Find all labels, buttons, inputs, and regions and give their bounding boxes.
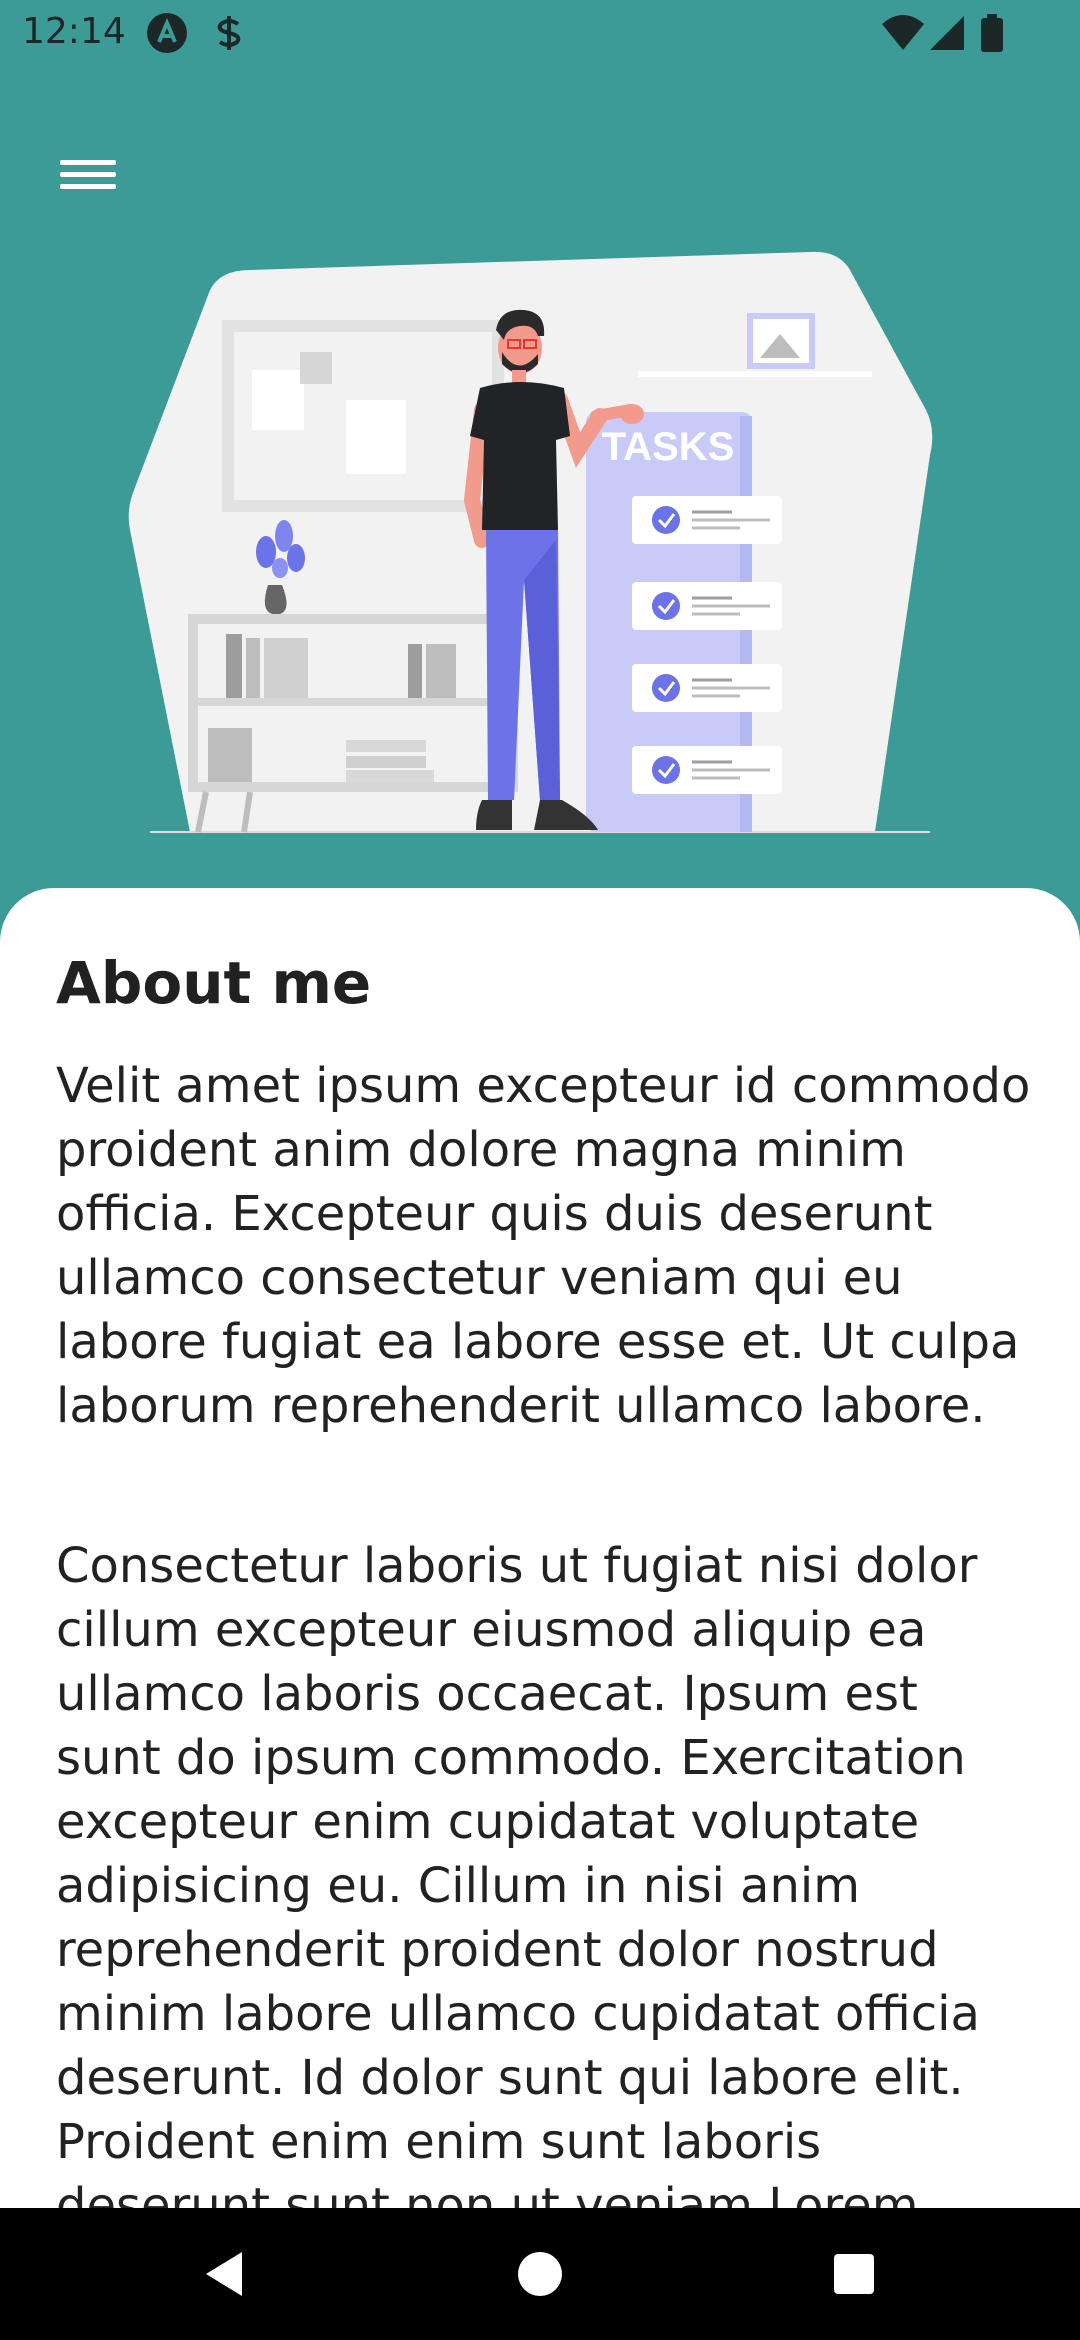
wifi-icon	[882, 15, 924, 50]
about-paragraph-1: Velit amet ipsum excepteur id commodo pr…	[56, 1058, 1031, 1434]
hamburger-menu-icon-line-2	[60, 172, 116, 177]
battery-icon	[981, 14, 1003, 52]
task-item	[632, 582, 782, 630]
hero-illustration: TASKS	[128, 251, 933, 833]
task-item	[632, 496, 782, 544]
back-icon[interactable]	[198, 2246, 254, 2302]
tasks-panel-title: TASKS	[602, 425, 735, 469]
task-item	[632, 664, 782, 712]
cellular-signal-icon	[930, 16, 964, 50]
status-time: 12:14	[22, 11, 126, 52]
navigation-bar	[0, 2208, 1080, 2340]
about-card[interactable]: About me Velit amet ipsum excepteur id c…	[0, 888, 1080, 2208]
menu-button[interactable]	[48, 140, 128, 204]
recents-icon[interactable]	[826, 2246, 882, 2302]
app-s-icon	[217, 16, 241, 50]
hamburger-menu-icon-line-1	[60, 160, 116, 165]
status-bar: 12:14	[0, 0, 1080, 66]
task-item	[632, 746, 782, 794]
hamburger-menu-icon-line-3	[60, 184, 116, 189]
home-icon[interactable]	[512, 2246, 568, 2302]
app-a-icon	[147, 13, 187, 53]
about-paragraph-2: Consectetur laboris ut fugiat nisi dolor…	[56, 1538, 980, 2208]
about-title: About me	[56, 949, 372, 1017]
